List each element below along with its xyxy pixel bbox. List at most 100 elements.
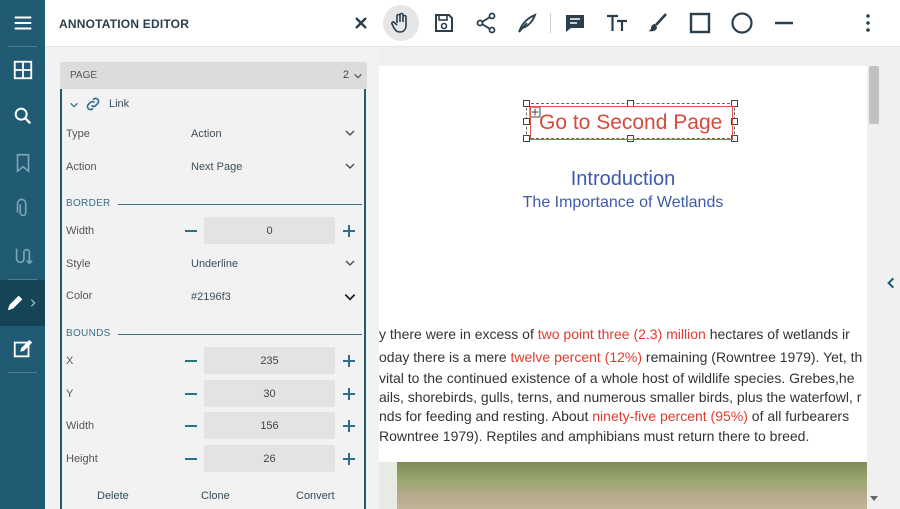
paragraph-line: nds for feeding and resting. About ninet… <box>379 408 850 424</box>
resize-handle[interactable] <box>523 135 530 142</box>
thumbnails-icon <box>13 60 32 80</box>
x-decrement[interactable] <box>185 360 197 362</box>
signature-button[interactable] <box>0 233 45 279</box>
bounds-width-decrement[interactable] <box>185 425 197 427</box>
border-width-decrement[interactable] <box>185 230 197 232</box>
pan-hand-icon <box>391 12 407 33</box>
resize-handle[interactable] <box>523 118 530 125</box>
bounds-width-increment[interactable] <box>343 420 355 432</box>
pan-tool-button[interactable] <box>383 5 419 41</box>
chevron-down-icon <box>344 294 356 301</box>
color-picker[interactable]: #2196f3 <box>182 284 362 308</box>
search-icon <box>14 107 31 125</box>
height-label: Height <box>66 453 98 465</box>
y-input[interactable]: 30 <box>204 380 335 407</box>
circle-icon <box>731 12 753 34</box>
ink-pen-icon <box>518 13 537 33</box>
rail-divider <box>8 372 37 373</box>
left-rail <box>0 0 45 509</box>
bounds-width-label: Width <box>66 420 95 432</box>
text-size-icon <box>607 14 627 31</box>
more-options-button[interactable] <box>850 5 886 41</box>
style-select[interactable]: Underline <box>182 251 362 275</box>
bounds-width-input[interactable]: 156 <box>204 412 335 439</box>
y-decrement[interactable] <box>185 393 197 395</box>
close-button[interactable] <box>343 5 379 41</box>
comment-icon <box>566 15 584 32</box>
height-decrement[interactable] <box>185 458 197 460</box>
chevron-down-icon <box>345 130 355 136</box>
save-icon <box>435 14 453 32</box>
x-label: X <box>66 355 74 367</box>
line-tool-button[interactable] <box>766 5 802 41</box>
ink-tool-button[interactable] <box>509 5 545 41</box>
photo-highlight <box>379 462 397 509</box>
paragraph-line: ails, shorebirds, gulls, terns, and nume… <box>379 389 862 405</box>
attachments-button[interactable] <box>0 186 45 232</box>
vertical-scrollbar[interactable] <box>867 66 881 509</box>
search-button[interactable] <box>0 93 45 139</box>
link-annotation[interactable]: Go to Second Page <box>530 106 733 140</box>
rectangle-tool-button[interactable] <box>682 5 718 41</box>
y-increment[interactable] <box>343 388 355 400</box>
delete-button[interactable]: Delete <box>97 490 129 502</box>
type-label: Type <box>66 128 90 140</box>
chevron-right-icon <box>30 299 36 307</box>
border-width-input[interactable]: 0 <box>204 217 335 244</box>
annotation-type-title: Link <box>109 98 130 110</box>
page-selector[interactable]: PAGE 2 <box>60 62 367 89</box>
signature-icon <box>15 248 33 265</box>
page-label: PAGE <box>70 70 98 81</box>
convert-button[interactable]: Convert <box>296 490 335 502</box>
editor-title: ANNOTATION EDITOR <box>59 17 190 31</box>
bookmarks-button[interactable] <box>0 140 45 186</box>
chevron-down-icon <box>345 260 355 266</box>
form-edit-button[interactable] <box>0 326 45 372</box>
clone-button[interactable]: Clone <box>201 490 230 502</box>
wetland-photo <box>379 462 867 509</box>
document-viewer: Go to Second Page Introduction The Impor… <box>379 47 900 509</box>
type-value: Action <box>191 128 222 140</box>
paragraph-line: vital to the continued existence of a wh… <box>379 370 855 386</box>
toolbar-divider <box>550 13 551 33</box>
menu-button[interactable] <box>0 0 45 46</box>
save-button[interactable] <box>426 5 462 41</box>
height-input[interactable]: 26 <box>204 445 335 472</box>
chevron-left-icon[interactable] <box>884 275 898 291</box>
action-select[interactable]: Next Page <box>182 154 362 178</box>
border-width-increment[interactable] <box>343 225 355 237</box>
text-tool-button[interactable] <box>599 5 635 41</box>
annotation-properties-panel: PAGE 2 Link Type Action Action Next Page… <box>45 47 379 509</box>
border-width-label: Width <box>66 225 95 237</box>
style-value: Underline <box>191 258 239 270</box>
menu-icon <box>14 16 31 30</box>
annotation-edit-button[interactable] <box>0 280 45 326</box>
scrollbar-thumb[interactable] <box>869 66 879 124</box>
bounds-section-title: BOUNDS <box>66 328 111 339</box>
x-increment[interactable] <box>343 355 355 367</box>
height-increment[interactable] <box>343 453 355 465</box>
scroll-down-arrow[interactable] <box>870 496 878 501</box>
link-icon <box>86 97 100 111</box>
section-heading: Introduction <box>570 168 676 190</box>
circle-tool-button[interactable] <box>724 5 760 41</box>
brush-tool-button[interactable] <box>640 5 676 41</box>
section-divider <box>118 204 362 205</box>
share-icon <box>476 12 496 34</box>
type-select[interactable]: Action <box>182 121 362 145</box>
x-input[interactable]: 235 <box>204 347 335 374</box>
rectangle-icon <box>689 12 711 34</box>
comment-tool-button[interactable] <box>557 5 593 41</box>
annotation-card: Link Type Action Action Next Page BORDER… <box>60 89 366 509</box>
thumbnails-button[interactable] <box>0 47 45 93</box>
editor-header: ANNOTATION EDITOR <box>45 0 900 47</box>
action-value: Next Page <box>191 161 243 173</box>
share-button[interactable] <box>468 5 504 41</box>
chevron-down-icon <box>345 163 355 169</box>
chevron-down-icon[interactable] <box>69 100 79 110</box>
chevron-down-icon <box>354 73 362 79</box>
action-label: Action <box>66 161 97 173</box>
section-divider <box>118 334 362 335</box>
paragraph-line: oday there is a mere twelve percent (12%… <box>379 349 863 365</box>
paragraph-line: Rowntree 1979). Reptiles and amphibians … <box>379 428 810 444</box>
